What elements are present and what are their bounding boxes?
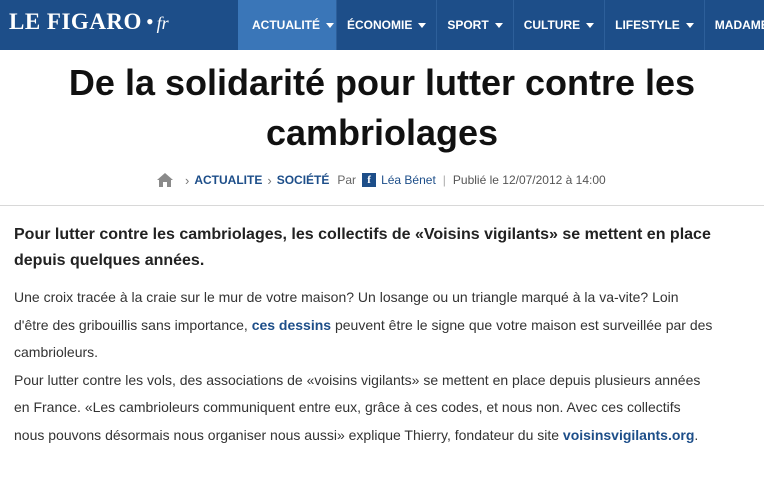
article-body: Une croix tracée à la craie sur le mur d… [14,284,714,449]
figaro-badge-icon: f [362,173,377,187]
nav-label: CULTURE [523,18,581,32]
nav-item-lifestyle[interactable]: LIFESTYLE [604,0,704,50]
chevron-down-icon [685,22,694,28]
nav-label: ACTUALITÉ [252,18,320,32]
article-lead: Pour lutter contre les cambriolages, les… [14,226,711,269]
logo-dot: • [145,9,154,34]
nav-label: LIFESTYLE [615,18,680,32]
author-link[interactable]: Léa Bénet [381,173,436,187]
top-navigation-bar: LE FIGARO • fr ACTUALITÉ ÉCONOMIE SPORT … [0,0,764,50]
nav-item-actualite[interactable]: ACTUALITÉ [238,0,336,50]
article-title: De la solidarité pour lutter contre les … [0,58,764,158]
chevron-down-icon [494,22,503,28]
breadcrumb: › ACTUALITE › SOCIÉTÉ Par f Léa Bénet | … [156,170,606,190]
nav-item-economie[interactable]: ÉCONOMIE [336,0,436,50]
breadcrumb-section[interactable]: ACTUALITE [194,173,262,187]
breadcrumb-subsection[interactable]: SOCIÉTÉ [277,173,330,187]
main-nav: ACTUALITÉ ÉCONOMIE SPORT CULTURE LIFESTY… [238,0,764,50]
logo-fr: fr [156,13,169,33]
chevron-down-icon [586,22,595,28]
nav-label: SPORT [447,18,489,32]
chevron-right-icon: › [267,172,272,188]
divider: | [442,173,446,187]
figaro-logo[interactable]: LE FIGARO • fr [9,9,169,39]
nav-item-sport[interactable]: SPORT [436,0,512,50]
title-line-1: De la solidarité pour lutter contre les [68,62,696,103]
ces-dessins-link[interactable]: ces dessins [252,317,331,333]
nav-label: ÉCONOMIE [347,18,413,32]
publish-date: Publié le 12/07/2012 à 14:00 [452,173,606,187]
title-line-2: cambriolages [265,112,499,153]
chevron-down-icon [418,22,427,28]
logo-wordmark: LE FIGARO [9,9,142,34]
nav-label: MADAME [714,18,764,32]
by-label: Par [337,173,357,187]
voisinsvigilants-link[interactable]: voisinsvigilants.org [563,427,694,443]
nav-item-madame[interactable]: MADAME [703,0,764,50]
nav-item-culture[interactable]: CULTURE [512,0,604,50]
chevron-down-icon [326,22,334,28]
home-icon[interactable] [156,172,174,188]
section-divider [0,205,764,206]
chevron-right-icon: › [185,172,190,188]
paragraph-2-text-end: . [694,426,699,443]
